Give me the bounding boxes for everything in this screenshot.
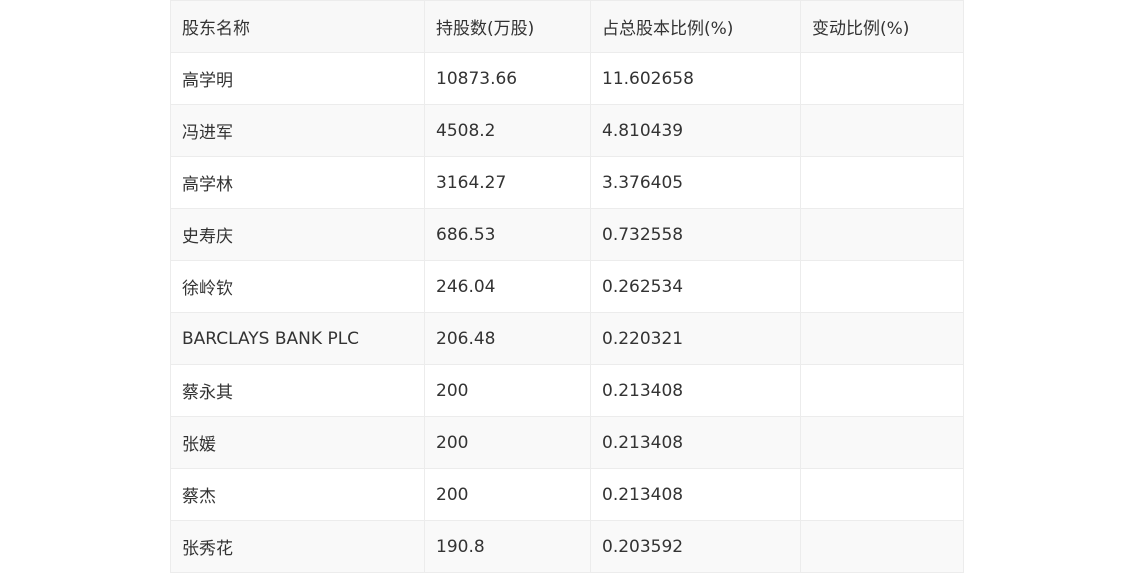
table-row: BARCLAYS BANK PLC 206.48 0.220321 bbox=[170, 312, 964, 365]
cell-share-ratio: 0.732558 bbox=[590, 208, 801, 261]
cell-shares-held: 4508.2 bbox=[424, 104, 591, 157]
header-share-ratio: 占总股本比例(%) bbox=[590, 0, 801, 53]
table-row: 张媛 200 0.213408 bbox=[170, 416, 964, 469]
table-body: 高学明 10873.66 11.602658 冯进军 4508.2 4.8104… bbox=[170, 52, 964, 573]
cell-shares-held: 3164.27 bbox=[424, 156, 591, 209]
header-change-ratio: 变动比例(%) bbox=[800, 0, 964, 53]
table-row: 冯进军 4508.2 4.810439 bbox=[170, 104, 964, 157]
cell-shareholder-name: 高学林 bbox=[170, 156, 425, 209]
cell-share-ratio: 0.213408 bbox=[590, 364, 801, 417]
cell-share-ratio: 0.220321 bbox=[590, 312, 801, 365]
table-row: 高学明 10873.66 11.602658 bbox=[170, 52, 964, 105]
cell-change-ratio bbox=[800, 520, 964, 573]
cell-shareholder-name: 徐岭钦 bbox=[170, 260, 425, 313]
cell-shareholder-name: 张媛 bbox=[170, 416, 425, 469]
cell-share-ratio: 0.213408 bbox=[590, 416, 801, 469]
cell-shares-held: 10873.66 bbox=[424, 52, 591, 105]
cell-shareholder-name: 高学明 bbox=[170, 52, 425, 105]
cell-shareholder-name: 蔡永其 bbox=[170, 364, 425, 417]
cell-change-ratio bbox=[800, 416, 964, 469]
table-row: 蔡永其 200 0.213408 bbox=[170, 364, 964, 417]
cell-change-ratio bbox=[800, 364, 964, 417]
cell-share-ratio: 4.810439 bbox=[590, 104, 801, 157]
cell-shareholder-name: 冯进军 bbox=[170, 104, 425, 157]
cell-shareholder-name: BARCLAYS BANK PLC bbox=[170, 312, 425, 365]
table-row: 张秀花 190.8 0.203592 bbox=[170, 520, 964, 573]
cell-share-ratio: 11.602658 bbox=[590, 52, 801, 105]
table-row: 高学林 3164.27 3.376405 bbox=[170, 156, 964, 209]
cell-change-ratio bbox=[800, 208, 964, 261]
cell-share-ratio: 0.203592 bbox=[590, 520, 801, 573]
cell-shareholder-name: 张秀花 bbox=[170, 520, 425, 573]
cell-change-ratio bbox=[800, 104, 964, 157]
cell-share-ratio: 0.213408 bbox=[590, 468, 801, 521]
shareholder-table: 股东名称 持股数(万股) 占总股本比例(%) 变动比例(%) 高学明 10873… bbox=[170, 0, 964, 573]
cell-shares-held: 200 bbox=[424, 364, 591, 417]
cell-shares-held: 200 bbox=[424, 468, 591, 521]
cell-change-ratio bbox=[800, 468, 964, 521]
cell-share-ratio: 3.376405 bbox=[590, 156, 801, 209]
cell-change-ratio bbox=[800, 52, 964, 105]
cell-shares-held: 246.04 bbox=[424, 260, 591, 313]
cell-shares-held: 200 bbox=[424, 416, 591, 469]
table-row: 蔡杰 200 0.213408 bbox=[170, 468, 964, 521]
table-row: 史寿庆 686.53 0.732558 bbox=[170, 208, 964, 261]
header-shares-held: 持股数(万股) bbox=[424, 0, 591, 53]
header-row: 股东名称 持股数(万股) 占总股本比例(%) 变动比例(%) bbox=[170, 0, 964, 53]
table-header: 股东名称 持股数(万股) 占总股本比例(%) 变动比例(%) bbox=[170, 0, 964, 53]
cell-share-ratio: 0.262534 bbox=[590, 260, 801, 313]
table-row: 徐岭钦 246.04 0.262534 bbox=[170, 260, 964, 313]
cell-shares-held: 190.8 bbox=[424, 520, 591, 573]
cell-shareholder-name: 蔡杰 bbox=[170, 468, 425, 521]
cell-change-ratio bbox=[800, 260, 964, 313]
shareholder-table-container: 股东名称 持股数(万股) 占总股本比例(%) 变动比例(%) 高学明 10873… bbox=[170, 0, 964, 573]
cell-shares-held: 206.48 bbox=[424, 312, 591, 365]
cell-change-ratio bbox=[800, 156, 964, 209]
header-shareholder-name: 股东名称 bbox=[170, 0, 425, 53]
cell-shares-held: 686.53 bbox=[424, 208, 591, 261]
cell-shareholder-name: 史寿庆 bbox=[170, 208, 425, 261]
cell-change-ratio bbox=[800, 312, 964, 365]
